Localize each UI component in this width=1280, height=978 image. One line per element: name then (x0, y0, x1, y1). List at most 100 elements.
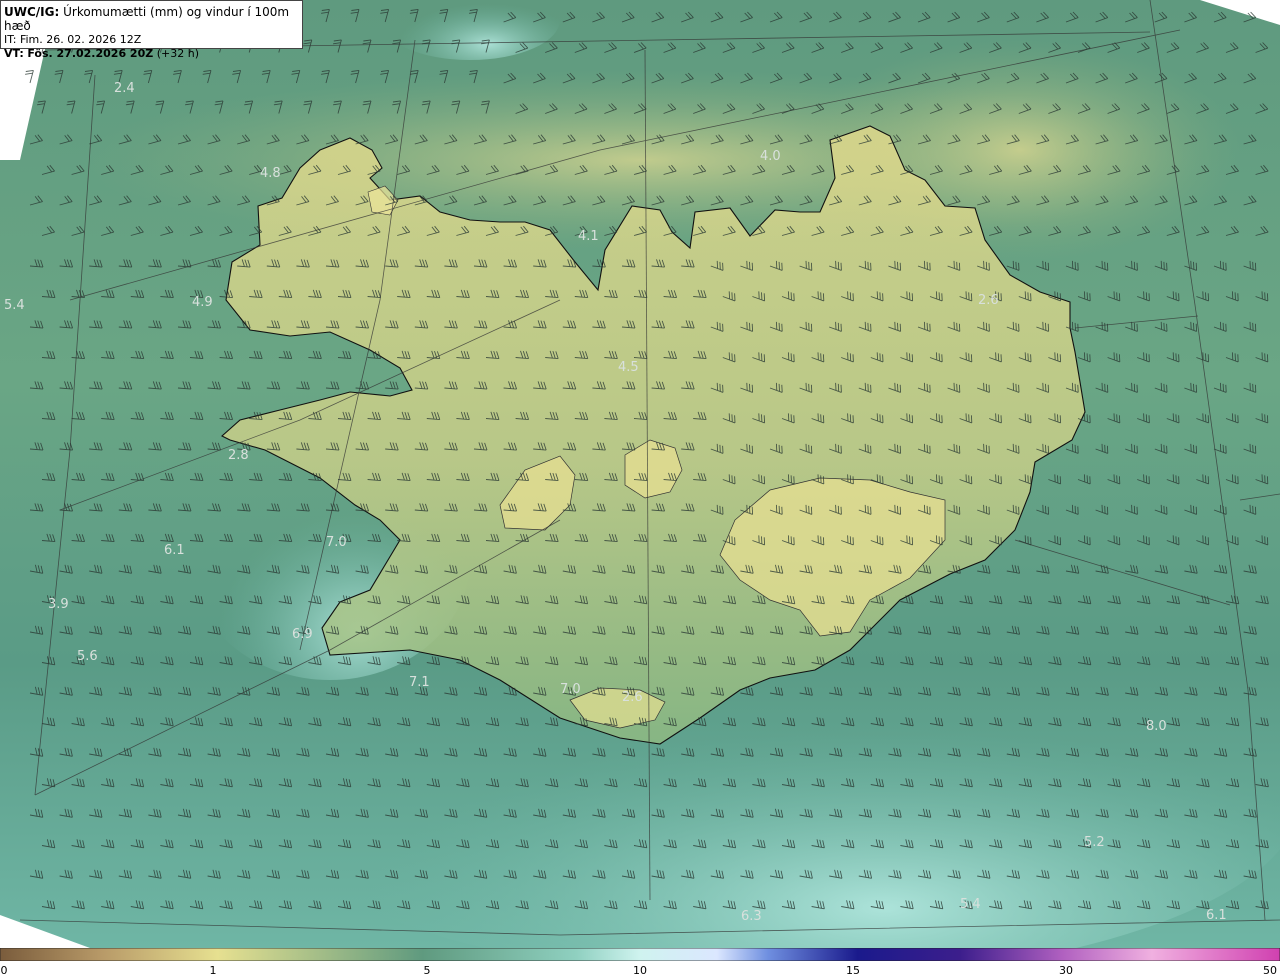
wind-barb (130, 778, 145, 788)
wind-barb (189, 717, 204, 727)
wind-barb (722, 42, 736, 53)
wind-barb (41, 472, 56, 482)
wind-barb (829, 11, 842, 23)
wind-barb (1006, 11, 1020, 23)
wind-barb (325, 686, 340, 696)
wind-barb (89, 808, 103, 818)
wind-barb (219, 839, 233, 849)
wind-barb (249, 839, 263, 849)
precip-label: 7.0 (560, 682, 581, 697)
precip-label: 2.6 (978, 293, 999, 308)
wind-barb (1213, 504, 1227, 515)
wind-barb (1077, 474, 1091, 485)
wind-barb (101, 225, 115, 236)
wind-barb (160, 778, 174, 788)
wind-barb (1255, 413, 1269, 424)
precip-label: 5.4 (960, 897, 981, 912)
wind-barb (118, 625, 133, 635)
wind-barb (1255, 656, 1269, 666)
wind-barb (841, 42, 854, 53)
wind-barb (325, 381, 340, 390)
wind-barb (101, 289, 115, 299)
wind-barb (118, 686, 133, 696)
wind-barb (858, 11, 872, 23)
wind-barb (59, 259, 74, 268)
wind-barb (1036, 625, 1050, 635)
wind-barb (1225, 656, 1240, 666)
colorbar-tick: 1 (209, 964, 217, 977)
wind-barb (959, 595, 973, 605)
wind-barb (177, 625, 192, 635)
wind-barb (160, 289, 174, 299)
wind-barb (278, 350, 293, 360)
wind-barb (130, 289, 145, 299)
wind-barb (118, 869, 133, 879)
wind-barb (1065, 443, 1079, 454)
wind-barb (681, 11, 694, 23)
wind-barb (41, 289, 56, 299)
wind-barb (1154, 564, 1169, 574)
wind-barb (1077, 535, 1091, 546)
wind-barb (1095, 443, 1109, 454)
wind-barb (1213, 321, 1227, 332)
wind-barb (1125, 504, 1138, 515)
wind-barb (1213, 625, 1228, 635)
wind-barb (41, 411, 56, 421)
wind-barb (59, 381, 74, 390)
precip-label: 5.6 (77, 649, 98, 664)
wind-barb (29, 686, 44, 696)
wind-barb (89, 320, 103, 329)
wind-barb (291, 69, 301, 84)
wind-barb (947, 11, 961, 23)
wind-barb (261, 69, 271, 84)
wind-barb (1255, 352, 1269, 363)
wind-barb (1107, 474, 1121, 485)
wind-barb (237, 747, 251, 757)
precip-label: 4.9 (192, 295, 213, 310)
wind-barb (1077, 352, 1091, 363)
wind-barb (207, 747, 221, 757)
wind-barb (1065, 504, 1079, 515)
wind-barb (189, 839, 204, 849)
wind-barb (740, 11, 753, 23)
wind-barb (1137, 291, 1150, 302)
wind-barb (337, 350, 352, 360)
wind-barb (29, 259, 44, 268)
wind-barb (207, 442, 222, 451)
wind-barb (177, 381, 192, 390)
wind-barb (41, 839, 56, 849)
wind-barb (41, 717, 56, 727)
wind-barb (249, 900, 263, 910)
wind-barb (1243, 321, 1257, 332)
wind-barb (1036, 11, 1049, 23)
wind-barb (89, 747, 103, 757)
wind-barb (189, 350, 204, 360)
wind-barb (1154, 260, 1168, 271)
wind-barb (1166, 291, 1180, 302)
wind-barb (1196, 225, 1210, 236)
wind-barb (1196, 656, 1210, 666)
wind-barb (1065, 625, 1080, 635)
wind-barb (1166, 352, 1180, 363)
wind-barb (1095, 11, 1109, 23)
wind-barb (177, 686, 192, 696)
wind-barb (1125, 564, 1139, 574)
wind-barb (1154, 625, 1169, 635)
wind-barb (41, 778, 56, 788)
wind-barb (148, 381, 162, 390)
wind-barb (1225, 352, 1239, 363)
wind-barb (296, 686, 310, 696)
wind-barb (1184, 564, 1198, 574)
wind-barb (59, 625, 73, 635)
valid-time-line: VT: Fös. 27.02.2026 20Z (+32 h) (4, 47, 302, 61)
wind-barb (237, 869, 251, 879)
wind-barb (303, 39, 313, 53)
wind-barb (1107, 291, 1121, 302)
wind-barb (155, 100, 165, 114)
wind-barb (89, 442, 103, 451)
wind-barb (189, 472, 204, 482)
wind-barb (101, 778, 115, 788)
wind-barb (1184, 260, 1198, 271)
wind-barb (29, 503, 44, 512)
colorbar-tick: 15 (846, 964, 860, 977)
